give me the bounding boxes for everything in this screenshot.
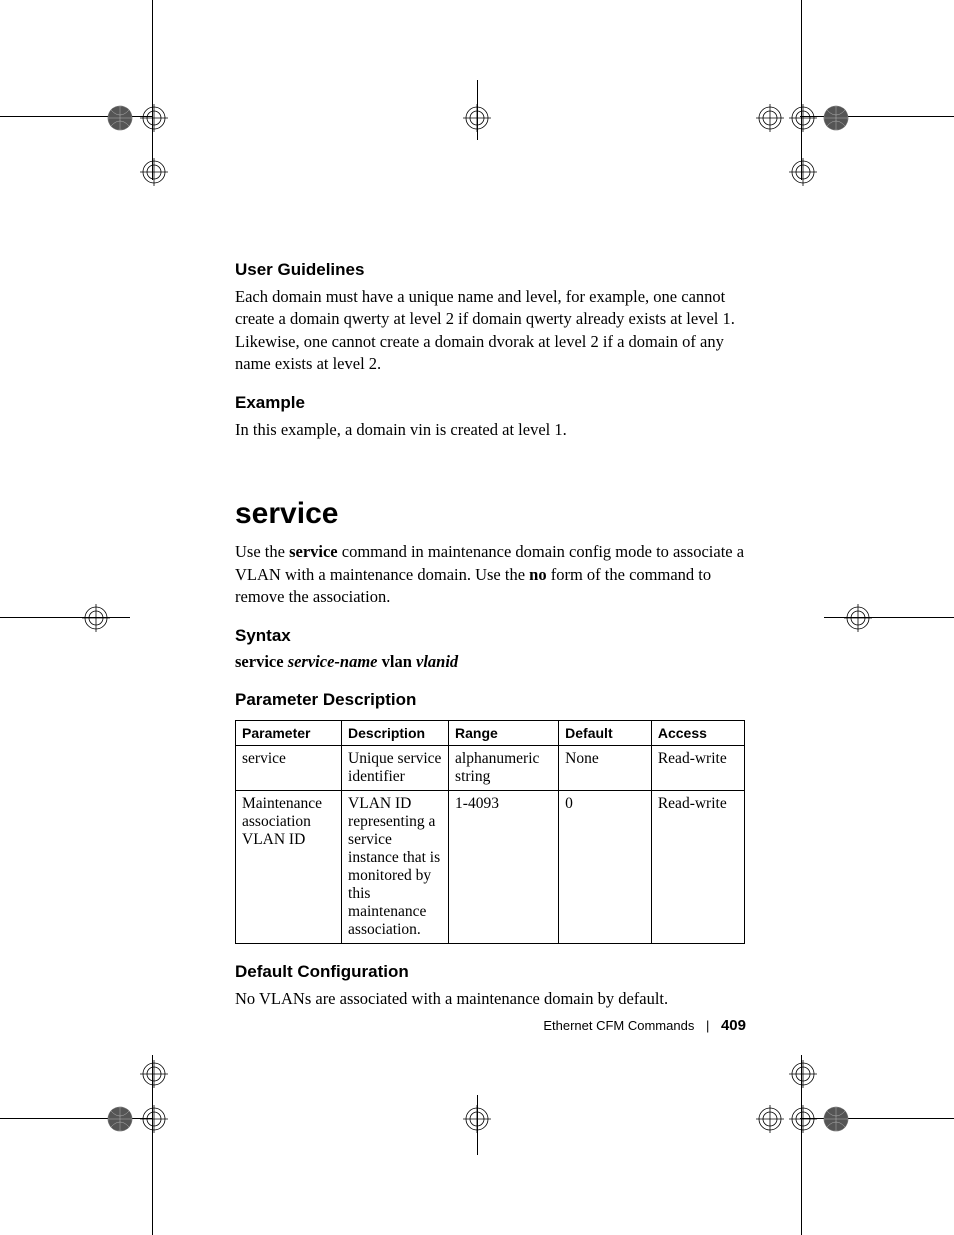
cell-description: Unique service identifier — [342, 746, 449, 791]
syntax-arg: service-name — [288, 652, 378, 671]
registration-mark-icon — [106, 104, 134, 132]
registration-mark-icon — [789, 158, 817, 186]
syntax-line: service service-name vlan vlanid — [235, 652, 745, 672]
cell-description: VLAN ID representing a service instance … — [342, 791, 449, 944]
keyword-no: no — [529, 565, 546, 584]
cell-parameter: service — [236, 746, 342, 791]
table-row: service Unique service identifier alphan… — [236, 746, 745, 791]
crop-line — [801, 0, 802, 180]
heading-example: Example — [235, 393, 745, 413]
syntax-keyword: vlan — [378, 652, 417, 671]
cell-default: None — [559, 746, 652, 791]
cell-access: Read-write — [651, 746, 744, 791]
registration-mark-icon — [756, 1105, 784, 1133]
registration-mark-icon — [822, 1105, 850, 1133]
heading-default-config: Default Configuration — [235, 962, 745, 982]
cell-range: 1-4093 — [449, 791, 559, 944]
crop-line — [152, 0, 153, 180]
crop-line — [0, 617, 130, 618]
keyword-service: service — [289, 542, 338, 561]
text-default-config: No VLANs are associated with a maintenan… — [235, 988, 745, 1010]
th-description: Description — [342, 721, 449, 746]
registration-mark-icon — [789, 1060, 817, 1088]
page-content: User Guidelines Each domain must have a … — [235, 260, 745, 1028]
page-footer: Ethernet CFM Commands | 409 — [0, 1017, 746, 1034]
registration-mark-icon — [844, 604, 872, 632]
registration-mark-icon — [463, 104, 491, 132]
text-example: In this example, a domain vin is created… — [235, 419, 745, 441]
text-user-guidelines: Each domain must have a unique name and … — [235, 286, 745, 375]
heading-user-guidelines: User Guidelines — [235, 260, 745, 280]
registration-mark-icon — [463, 1105, 491, 1133]
heading-parameter-description: Parameter Description — [235, 690, 745, 710]
syntax-arg: vlanid — [416, 652, 458, 671]
footer-chapter: Ethernet CFM Commands — [543, 1018, 694, 1033]
heading-service: service — [235, 497, 745, 531]
cell-range: alphanumeric string — [449, 746, 559, 791]
cell-parameter: Maintenance association VLAN ID — [236, 791, 342, 944]
registration-mark-icon — [140, 1105, 168, 1133]
table-row: Maintenance association VLAN ID VLAN ID … — [236, 791, 745, 944]
footer-page-number: 409 — [721, 1017, 746, 1034]
registration-mark-icon — [822, 104, 850, 132]
heading-syntax: Syntax — [235, 626, 745, 646]
cell-default: 0 — [559, 791, 652, 944]
registration-mark-icon — [140, 158, 168, 186]
table-header-row: Parameter Description Range Default Acce… — [236, 721, 745, 746]
registration-mark-icon — [82, 604, 110, 632]
cell-access: Read-write — [651, 791, 744, 944]
footer-separator: | — [706, 1018, 709, 1033]
registration-mark-icon — [756, 104, 784, 132]
parameter-table: Parameter Description Range Default Acce… — [235, 720, 745, 944]
th-default: Default — [559, 721, 652, 746]
registration-mark-icon — [789, 104, 817, 132]
th-access: Access — [651, 721, 744, 746]
text: Use the — [235, 542, 289, 561]
registration-mark-icon — [140, 104, 168, 132]
syntax-keyword: service — [235, 652, 288, 671]
th-parameter: Parameter — [236, 721, 342, 746]
registration-mark-icon — [140, 1060, 168, 1088]
registration-mark-icon — [106, 1105, 134, 1133]
th-range: Range — [449, 721, 559, 746]
registration-mark-icon — [789, 1105, 817, 1133]
text-service-intro: Use the service command in maintenance d… — [235, 541, 745, 608]
